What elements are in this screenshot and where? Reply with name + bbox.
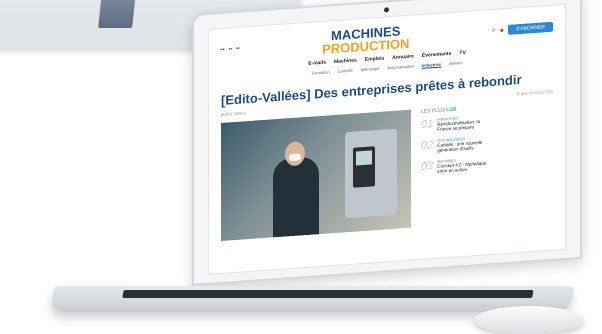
- subnav-item[interactable]: Automatisation: [387, 63, 413, 71]
- nav-item[interactable]: Événements: [422, 51, 451, 59]
- article-photo[interactable]: [221, 109, 411, 241]
- sidebar-title: LES PLUS LUS: [421, 106, 457, 115]
- worker-figure: [273, 156, 319, 240]
- search-icon[interactable]: ⌕: [492, 27, 496, 35]
- webcam: [384, 7, 389, 13]
- face-mask: [289, 153, 301, 162]
- nav-item[interactable]: Emplois: [365, 56, 384, 63]
- most-read-sidebar: LES PLUS LUS 01 INDUSTRIES Réindustriali…: [421, 104, 495, 227]
- magazine-photo: [98, 0, 139, 28]
- logo-icon: ▪▪: [221, 46, 225, 53]
- subscribe-button[interactable]: S'ABONNER: [507, 21, 553, 35]
- nav-item[interactable]: Machines: [334, 57, 357, 65]
- nav-item[interactable]: TV: [459, 50, 465, 56]
- subnav-item-active[interactable]: Industries: [421, 61, 442, 69]
- list-item[interactable]: 01 INDUSTRIES Réindustrialisation: la Fr…: [421, 114, 495, 134]
- item-number: 03: [421, 159, 434, 173]
- logo-icon: ▪▪: [228, 46, 233, 53]
- subnav-item[interactable]: Métrologie: [361, 66, 380, 73]
- logo-icon: ▪▪: [236, 45, 240, 52]
- item-number: 01: [421, 118, 434, 131]
- subnav-item[interactable]: Contrôle: [338, 68, 353, 75]
- laptop-screen: ▪▪ ▪▪ ▪▪ MACHINES PRODUCTION ⌕ ● S'ABONN…: [208, 3, 566, 275]
- subnav-item[interactable]: Formation: [312, 69, 330, 76]
- laptop-lid: ▪▪ ▪▪ ▪▪ MACHINES PRODUCTION ⌕ ● S'ABONN…: [192, 0, 582, 286]
- site-logo[interactable]: MACHINES PRODUCTION: [322, 23, 409, 56]
- control-panel: [353, 146, 375, 188]
- keyboard: [122, 290, 534, 298]
- user-icon[interactable]: ●: [500, 27, 504, 34]
- partner-logos: ▪▪ ▪▪ ▪▪: [221, 46, 240, 53]
- item-number: 02: [421, 138, 434, 152]
- list-item[interactable]: 03 MACHINES Concept 4.0 : Alphatique ent…: [421, 155, 495, 175]
- nav-item[interactable]: Annuaire: [392, 53, 414, 61]
- nav-item[interactable]: E-mails: [308, 60, 326, 67]
- subnav-item[interactable]: Ateliers: [449, 60, 462, 67]
- computer-mouse: [474, 306, 584, 334]
- list-item[interactable]: 02 TECHNOLOGIES Carbide : une nouvelle g…: [421, 135, 495, 155]
